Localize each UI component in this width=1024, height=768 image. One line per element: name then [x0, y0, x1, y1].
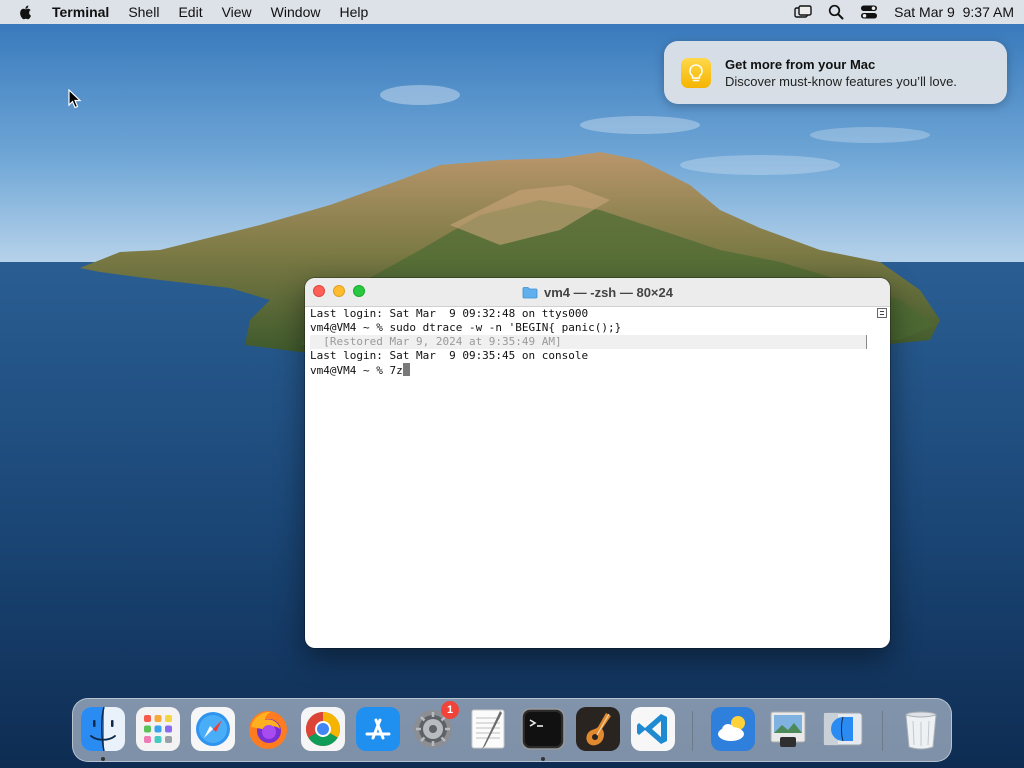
menu-edit[interactable]: Edit: [178, 4, 202, 20]
textedit-icon[interactable]: [466, 707, 510, 751]
terminal-titlebar[interactable]: vm4 — -zsh — 80×24: [305, 278, 890, 307]
folder-icon: [522, 286, 538, 298]
terminal-line: Last login: Sat Mar 9 09:35:45 on consol…: [310, 349, 589, 362]
menu-window[interactable]: Window: [271, 4, 321, 20]
firefox-icon[interactable]: [246, 707, 290, 751]
mouse-pointer-icon: [68, 89, 82, 109]
safari-icon[interactable]: [191, 707, 235, 751]
dock: 1: [72, 698, 952, 762]
garageband-icon[interactable]: [576, 707, 620, 751]
weather-icon[interactable]: [711, 707, 755, 751]
terminal-line: Last login: Sat Mar 9 09:32:48 on ttys00…: [310, 307, 589, 320]
close-button[interactable]: [313, 285, 325, 297]
zoom-button[interactable]: [353, 285, 365, 297]
terminal-output[interactable]: Last login: Sat Mar 9 09:32:48 on ttys00…: [305, 307, 890, 648]
prompt-text: vm4@VM4 ~ % 7z: [310, 364, 403, 377]
launchpad-icon[interactable]: [136, 707, 180, 751]
menu-help[interactable]: Help: [339, 4, 368, 20]
text-cursor: [402, 363, 410, 376]
terminal-window[interactable]: vm4 — -zsh — 80×24 Last login: Sat Mar 9…: [305, 278, 890, 648]
running-indicator: [541, 757, 545, 761]
terminal-icon[interactable]: [521, 707, 565, 751]
system-preferences-icon[interactable]: 1: [411, 701, 459, 751]
dock-separator: [882, 711, 883, 751]
screen-mirroring-icon[interactable]: [794, 5, 812, 19]
notification-banner[interactable]: Get more from your Mac Discover must-kno…: [664, 41, 1007, 104]
preview-icon[interactable]: [766, 707, 810, 751]
minimize-button[interactable]: [333, 285, 345, 297]
menu-app-name[interactable]: Terminal: [52, 4, 109, 20]
terminal-line: vm4@VM4 ~ % sudo dtrace -w -n 'BEGIN{ pa…: [310, 321, 622, 334]
window-title: vm4 — -zsh — 80×24: [544, 284, 673, 300]
terminal-prompt-line[interactable]: vm4@VM4 ~ % 7z: [310, 363, 885, 377]
finder-window-icon[interactable]: [821, 707, 865, 751]
menu-clock[interactable]: Sat Mar 9 9:37 AM: [894, 4, 1014, 20]
menu-shell[interactable]: Shell: [128, 4, 159, 20]
notification-body: Discover must-know features you’ll love.: [725, 74, 957, 89]
menu-view[interactable]: View: [222, 4, 252, 20]
app-store-icon[interactable]: [356, 707, 400, 751]
apple-logo-icon[interactable]: [18, 4, 34, 20]
dock-separator: [692, 711, 693, 751]
chrome-icon[interactable]: [301, 707, 345, 751]
running-indicator: [101, 757, 105, 761]
lightbulb-icon: [681, 58, 711, 88]
control-center-icon[interactable]: [860, 4, 878, 20]
notification-badge: 1: [441, 701, 459, 719]
restored-session-marker: [Restored Mar 9, 2024 at 9:35:49 AM]: [310, 335, 867, 349]
menu-bar: Terminal Shell Edit View Window Help Sat…: [0, 0, 1024, 24]
vscode-icon[interactable]: [631, 707, 675, 751]
finder-icon[interactable]: [81, 707, 125, 751]
spotlight-search-icon[interactable]: [828, 4, 844, 20]
notification-title: Get more from your Mac: [725, 57, 876, 72]
trash-icon[interactable]: [899, 707, 943, 751]
